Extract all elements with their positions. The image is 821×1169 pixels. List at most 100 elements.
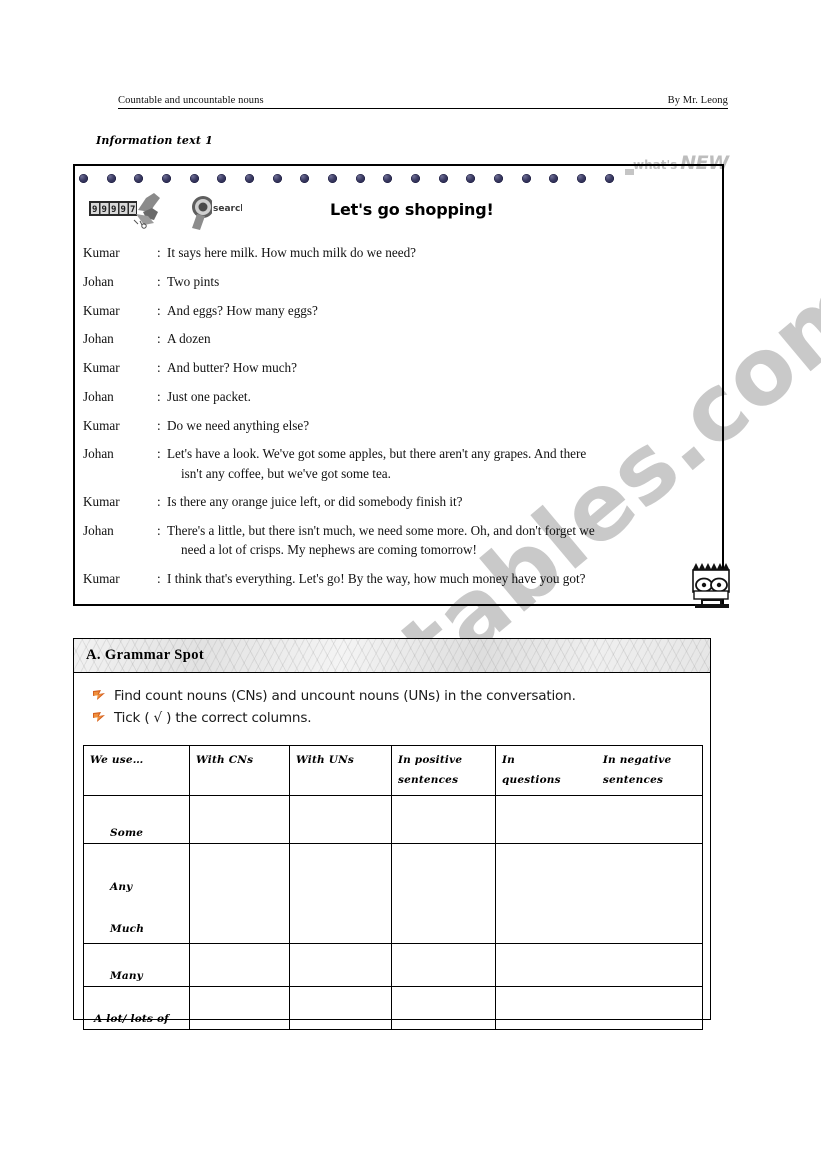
- dialogue-line: Kumar : Is there any orange juice left, …: [83, 492, 703, 511]
- dialogue-colon: :: [157, 360, 161, 376]
- column-header-in-negative-2: sentences: [602, 773, 664, 786]
- table-row: A lot/ lots of: [83, 985, 703, 1030]
- grammar-spot-table: We use… With CNs With UNs In positive se…: [83, 745, 703, 1030]
- dialogue-speaker: Kumar: [83, 417, 120, 433]
- grammar-spot-instructions: Find count nouns (CNs) and uncount nouns…: [92, 687, 692, 731]
- dialogue-colon: :: [157, 273, 161, 289]
- dialogue-utterance-cont: need a lot of crisps. My nephews are com…: [181, 542, 477, 558]
- arrow-bullet-icon: [92, 710, 114, 728]
- answer-cell-in-positive[interactable]: [391, 794, 496, 844]
- dialogue-utterance: And eggs? How many eggs?: [167, 302, 318, 318]
- dialogue-utterance-cont: isn't any coffee, but we've got some tea…: [181, 465, 391, 481]
- bead-icon: [162, 173, 172, 183]
- dialogue-utterance: Two pints: [167, 273, 220, 289]
- dialogue-colon: :: [157, 571, 161, 587]
- answer-cell-with-cns[interactable]: [189, 942, 290, 987]
- column-header-in-negative: In negative sentences: [603, 751, 696, 791]
- bead-icon: [300, 173, 310, 183]
- row-label-many: Many: [110, 969, 143, 982]
- dialogue-speaker: Johan: [83, 446, 114, 462]
- dialogue-colon: :: [157, 417, 161, 433]
- dialogue-colon: :: [157, 523, 161, 539]
- dialogue-speaker: Johan: [83, 388, 114, 404]
- magnifying-glass-search-icon: search: [192, 196, 242, 230]
- answer-cell-in-questions-negative[interactable]: [495, 942, 703, 987]
- dialogue-speaker: Kumar: [83, 245, 120, 260]
- dialogue-colon: :: [157, 302, 161, 318]
- column-header-we-use: We use…: [90, 754, 144, 766]
- answer-cell-with-uns[interactable]: [289, 842, 392, 944]
- bead-icon: [217, 173, 227, 183]
- answer-cell-with-cns[interactable]: [189, 842, 290, 944]
- dialogue-colon: :: [157, 388, 161, 404]
- bead-icon: [189, 173, 199, 183]
- dialogue-utterance: Is there any orange juice left, or did s…: [167, 494, 463, 510]
- bead-icon: [106, 173, 116, 183]
- dialogue-colon: :: [157, 446, 161, 462]
- answer-cell-in-positive[interactable]: [391, 942, 496, 987]
- dialogue-utterance: Do we need anything else?: [167, 417, 310, 433]
- column-header-with-cns: With CNs: [196, 754, 254, 766]
- answer-cell-in-questions-negative[interactable]: [495, 985, 703, 1030]
- bead-icon: [521, 173, 531, 183]
- column-header-in-negative-1: In negative: [602, 754, 672, 766]
- answer-cell-in-questions-negative[interactable]: [495, 794, 703, 844]
- instruction-item: Tick ( √ ) the correct columns.: [92, 709, 692, 727]
- dialogue-line: Johan : Two pints: [83, 272, 703, 291]
- answer-cell-in-questions-negative[interactable]: [495, 842, 703, 944]
- answer-cell-with-cns[interactable]: [189, 794, 290, 844]
- column-header-in-questions: In questions: [502, 751, 595, 791]
- table-header-cell: With CNs: [189, 745, 290, 796]
- dialogue-utterance: Just one packet.: [167, 388, 251, 404]
- answer-cell-with-cns[interactable]: [189, 985, 290, 1030]
- row-label-cell: Some: [83, 794, 190, 844]
- bead-icon: [245, 173, 255, 183]
- answer-cell-with-uns[interactable]: [289, 794, 392, 844]
- arrow-bullet-icon: [92, 688, 114, 706]
- row-label-some: Some: [110, 826, 144, 839]
- table-header-cell: In questions In negative sentences: [495, 745, 703, 796]
- column-header-with-uns: With UNs: [296, 754, 355, 766]
- cartoon-boy-face-icon: [692, 563, 730, 608]
- answer-cell-in-positive[interactable]: [391, 985, 496, 1030]
- bead-icon: [79, 173, 88, 183]
- answer-cell-in-positive[interactable]: [391, 842, 496, 944]
- dialogue-line: Johan : There's a little, but there isn'…: [83, 521, 703, 560]
- bead-decoration-row: [79, 171, 614, 185]
- row-label-cell: Many: [83, 942, 190, 987]
- worksheet-page: Countable and uncountable nouns By Mr. L…: [0, 0, 821, 1169]
- table-row: Many: [83, 942, 703, 987]
- table-header-row: We use… With CNs With UNs In positive se…: [83, 745, 703, 796]
- row-label-cell: Any Much: [83, 842, 190, 944]
- dialogue-utterance: Let's have a look. We've got some apples…: [167, 444, 703, 483]
- row-label-much: Much: [110, 922, 145, 935]
- answer-cell-with-uns[interactable]: [289, 985, 392, 1030]
- dialogue-colon: :: [157, 331, 161, 347]
- bead-icon: [577, 173, 587, 183]
- answer-cell-with-uns[interactable]: [289, 942, 392, 987]
- dialogue-line: Kumar : And eggs? How many eggs?: [83, 301, 703, 320]
- bead-icon: [438, 173, 448, 183]
- table-header-cell: In positive sentences: [391, 745, 496, 796]
- dialogue-list: Kumar : It says here milk. How much milk…: [83, 243, 703, 598]
- header-credit: By Mr. Leong: [667, 95, 728, 106]
- svg-text:7: 7: [130, 205, 135, 215]
- grammar-spot-title: A. Grammar Spot: [86, 647, 205, 663]
- dialogue-utterance: I think that's everything. Let's go! By …: [167, 571, 586, 587]
- svg-text:9: 9: [111, 205, 116, 215]
- bead-icon: [272, 173, 282, 183]
- dialogue-speaker: Johan: [83, 273, 114, 289]
- instruction-text: Tick ( √ ) the correct columns.: [114, 710, 312, 726]
- column-header-in-positive-2: sentences: [398, 773, 459, 786]
- dialogue-colon: :: [157, 245, 161, 260]
- dialogue-speaker: Kumar: [83, 302, 120, 318]
- row-label-any: Any: [110, 880, 133, 893]
- instruction-text: Find count nouns (CNs) and uncount nouns…: [114, 688, 576, 704]
- bead-icon: [494, 173, 504, 183]
- dialogue-line: Johan : Just one packet.: [83, 387, 703, 406]
- header-title: Countable and uncountable nouns: [118, 95, 264, 106]
- table-row: Any Much: [83, 842, 703, 944]
- svg-text:9: 9: [102, 205, 107, 215]
- bead-icon: [355, 173, 365, 183]
- dialogue-speaker: Johan: [83, 523, 114, 539]
